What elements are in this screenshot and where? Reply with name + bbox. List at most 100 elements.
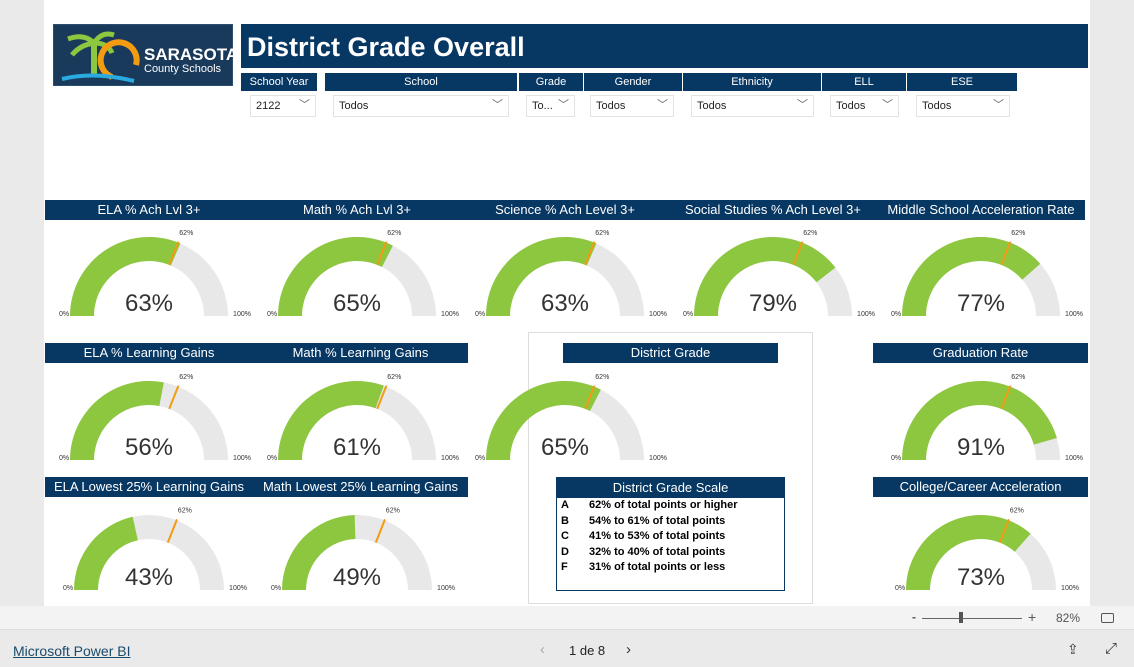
gauge-title: Middle School Acceleration Rate: [877, 200, 1085, 220]
next-page-button[interactable]: ›: [626, 641, 631, 658]
gauge: 62% 43% 0% 100%: [63, 508, 247, 592]
gauge-min-label: 0%: [59, 311, 69, 318]
gauge-min-label: 0%: [271, 585, 281, 592]
gauge-title: Math Lowest 25% Learning Gains: [253, 477, 468, 497]
gauge-title: District Grade: [563, 343, 778, 363]
gauge-title: ELA Lowest 25% Learning Gains: [45, 477, 253, 497]
gauge: 62% 63% 0% 100%: [475, 230, 667, 318]
scale-grade: F: [561, 561, 568, 573]
chevron-down-icon: ﹀: [882, 99, 893, 111]
gauge-value: 61%: [333, 434, 381, 461]
chevron-down-icon: ﹀: [558, 99, 569, 111]
gauge-target-label: 62%: [178, 508, 192, 515]
filter-dropdown[interactable]: Todos ﹀: [691, 95, 814, 117]
gauge-target-label: 62%: [803, 230, 817, 237]
power-bi-link[interactable]: Microsoft Power BI: [13, 643, 130, 659]
gauge-max-label: 100%: [649, 455, 667, 462]
gauge-min-label: 0%: [59, 455, 69, 462]
gauge-max-label: 100%: [857, 311, 875, 318]
gauge-max-label: 100%: [229, 585, 247, 592]
gauge-min-label: 0%: [475, 311, 485, 318]
gauge-value: 49%: [333, 564, 381, 591]
filter-value: Todos: [836, 100, 866, 112]
zoom-slider[interactable]: [922, 618, 1022, 619]
gauge-min-label: 0%: [267, 311, 277, 318]
gauge-target-label: 62%: [179, 374, 193, 381]
filter-value: Todos: [922, 100, 952, 112]
scale-row: F 31% of total points or less: [557, 560, 784, 576]
gauge-target-label: 62%: [1011, 230, 1025, 237]
filter-value: Todos: [697, 100, 727, 112]
gauge-target-label: 62%: [179, 230, 193, 237]
gauge-title: Graduation Rate: [873, 343, 1088, 363]
gauge-max-label: 100%: [1065, 455, 1083, 462]
scale-text: 62% of total points or higher: [589, 499, 738, 511]
scale-text: 41% to 53% of total points: [589, 530, 726, 542]
gauge-min-label: 0%: [475, 455, 485, 462]
scale-row: A 62% of total points or higher: [557, 498, 784, 514]
gauge-value: 65%: [541, 434, 589, 461]
gauge-min-label: 0%: [683, 311, 693, 318]
filter-label: Grade: [519, 73, 583, 91]
gauge-title: ELA % Ach Lvl 3+: [45, 200, 253, 220]
filter-dropdown[interactable]: To... ﹀: [526, 95, 575, 117]
filter-value: Todos: [339, 100, 369, 112]
filter-label: ELL: [822, 73, 906, 91]
gauge-target-label: 62%: [386, 508, 400, 515]
scale-title: District Grade Scale: [557, 478, 784, 498]
filter-dropdown[interactable]: Todos ﹀: [916, 95, 1010, 117]
filter-label: Ethnicity: [683, 73, 821, 91]
gauge-target-label: 62%: [595, 230, 609, 237]
logo-line2: County Schools: [144, 63, 222, 75]
footer: Microsoft Power BI ‹ 1 de 8 › ⇪ ⤢: [0, 631, 1134, 667]
filter-label: School: [325, 73, 517, 91]
zoom-out-button[interactable]: -: [912, 610, 916, 624]
gauge-value: 63%: [541, 290, 589, 317]
filter-dropdown[interactable]: Todos ﹀: [590, 95, 674, 117]
fullscreen-icon[interactable]: ⤢: [1105, 640, 1117, 657]
gauge-value: 43%: [125, 564, 173, 591]
filter-dropdown[interactable]: 2122 ﹀: [250, 95, 316, 117]
prev-page-button[interactable]: ‹: [540, 641, 545, 658]
palm-tree-logo-icon: [61, 31, 140, 83]
logo-line1: SARASOTA: [144, 45, 239, 64]
report-canvas: SARASOTA County Schools District Grade O…: [44, 0, 1090, 606]
scale-text: 31% of total points or less: [589, 561, 726, 573]
gauge-min-label: 0%: [891, 311, 901, 318]
gauge: 62% 79% 0% 100%: [683, 230, 875, 318]
share-icon[interactable]: ⇪: [1067, 641, 1079, 658]
gauge-title: ELA % Learning Gains: [45, 343, 253, 363]
gauge-value: 79%: [749, 290, 797, 317]
chevron-down-icon: ﹀: [993, 99, 1004, 111]
gauge-min-label: 0%: [267, 455, 277, 462]
scale-text: 32% to 40% of total points: [589, 545, 726, 558]
gauge-max-label: 100%: [233, 311, 251, 318]
gauge-value: 63%: [125, 290, 173, 317]
filter-label: Gender: [584, 73, 682, 91]
gauge: 62% 73% 0% 100%: [895, 508, 1079, 592]
scale-row: D 32% to 40% of total points: [557, 545, 784, 561]
scale-row: B 54% to 61% of total points: [557, 514, 784, 530]
filter-dropdown[interactable]: Todos ﹀: [333, 95, 509, 117]
gauge: 62% 91% 0% 100%: [891, 374, 1083, 462]
zoom-in-button[interactable]: +: [1028, 609, 1036, 625]
fit-to-page-icon[interactable]: [1101, 613, 1114, 623]
scale-text: 54% to 61% of total points: [589, 514, 726, 527]
filter-dropdown[interactable]: Todos ﹀: [830, 95, 899, 117]
gauge-max-label: 100%: [437, 585, 455, 592]
gauge-title: Science % Ach Level 3+: [461, 200, 669, 220]
gauge-value: 56%: [125, 434, 173, 461]
gauge-value: 91%: [957, 434, 1005, 461]
gauge-target-label: 62%: [387, 230, 401, 237]
scale-grade: A: [561, 499, 569, 511]
chevron-down-icon: ﹀: [299, 99, 310, 111]
gauge-max-label: 100%: [441, 311, 459, 318]
filter-value: To...: [532, 100, 553, 112]
gauge-max-label: 100%: [1065, 311, 1083, 318]
zoom-bar: - + 82%: [0, 606, 1134, 630]
scale-row: C 41% to 53% of total points: [557, 529, 784, 545]
gauge-min-label: 0%: [895, 585, 905, 592]
gauge-title: Math % Ach Lvl 3+: [253, 200, 461, 220]
filter-value: 2122: [256, 100, 281, 112]
zoom-slider-thumb[interactable]: [959, 612, 963, 623]
